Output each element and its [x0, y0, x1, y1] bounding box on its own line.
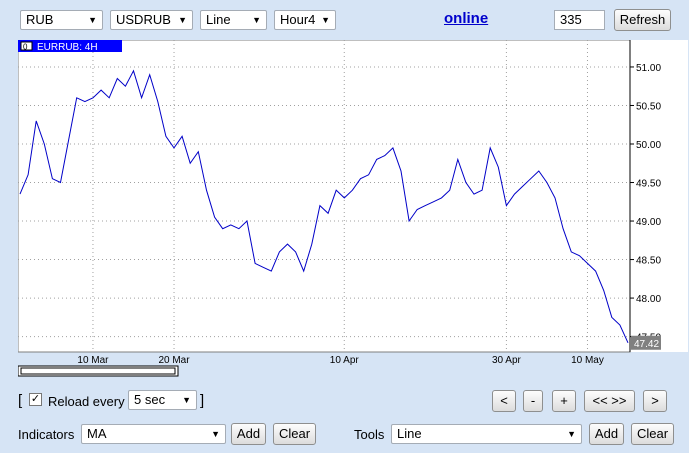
timeframe-select[interactable]: Hour4 ▼	[274, 10, 336, 30]
chevron-down-icon: ▼	[252, 15, 261, 25]
zoom-in-button[interactable]: +	[552, 390, 576, 412]
reload-bracket-open: [	[18, 392, 23, 409]
currency-select-value: RUB	[26, 12, 54, 27]
x-tick-label: 20 Mar	[158, 355, 190, 366]
add-tool-button[interactable]: Add	[589, 423, 624, 445]
chevron-down-icon: ▼	[211, 429, 220, 439]
chevron-down-icon: ▼	[88, 15, 97, 25]
current-price-label: 47.42	[634, 339, 659, 350]
chevron-down-icon: ▼	[567, 429, 576, 439]
y-tick-label: 49.50	[636, 179, 661, 190]
scroll-back-button[interactable]: <	[492, 390, 516, 412]
clear-tools-button[interactable]: Clear	[631, 423, 674, 445]
bars-count-input[interactable]: 335	[554, 10, 605, 30]
chart-type-select[interactable]: Line ▼	[200, 10, 267, 30]
scroll-forward-button[interactable]: >	[643, 390, 667, 412]
checkmark-icon: ✓	[30, 393, 41, 405]
tool-select-value: Line	[397, 426, 422, 441]
reload-label: Reload every	[48, 394, 125, 409]
chevron-down-icon: ▼	[178, 15, 187, 25]
timeframe-select-value: Hour4	[280, 12, 316, 27]
zoom-out-button[interactable]: -	[523, 390, 543, 412]
fit-all-button[interactable]: << >>	[584, 390, 635, 412]
indicator-select-value: MA	[87, 426, 107, 441]
x-tick-label: 10 Mar	[77, 355, 109, 366]
x-tick-label: 10 Apr	[330, 355, 360, 366]
legend-badge: 0	[23, 43, 28, 52]
reload-bracket-close: ]	[200, 392, 205, 409]
y-axis-panel	[630, 40, 688, 352]
reload-interval-value: 5 sec	[134, 392, 166, 407]
tool-select[interactable]: Line ▼	[391, 424, 582, 444]
x-tick-label: 30 Apr	[492, 355, 522, 366]
add-indicator-button[interactable]: Add	[231, 423, 266, 445]
reload-interval-select[interactable]: 5 sec ▼	[128, 390, 197, 410]
currency-select[interactable]: RUB ▼	[20, 10, 103, 30]
chart-legend: 0 EURRUB: 4H	[18, 40, 122, 53]
indicator-select[interactable]: MA ▼	[81, 424, 226, 444]
price-chart[interactable]: 51.0050.5050.0049.5049.0048.5048.0047.50…	[17, 39, 688, 380]
online-link[interactable]: online	[444, 10, 488, 27]
chart-scrollbar[interactable]	[17, 365, 179, 377]
symbol-select-value: USDRUB	[116, 12, 171, 27]
indicators-label: Indicators	[18, 427, 75, 442]
reload-checkbox[interactable]: ✓	[29, 393, 42, 406]
y-tick-label: 49.00	[636, 217, 661, 228]
y-tick-label: 48.00	[636, 294, 661, 305]
symbol-select[interactable]: USDRUB ▼	[110, 10, 193, 30]
chevron-down-icon: ▼	[321, 15, 330, 25]
y-tick-label: 48.50	[636, 256, 661, 267]
y-tick-label: 50.50	[636, 101, 661, 112]
x-ticks: 10 Mar 20 Mar 10 Apr 30 Apr 10 May	[77, 355, 603, 366]
legend-title: EURRUB: 4H	[37, 42, 98, 53]
chart-svg: 51.0050.5050.0049.5049.0048.5048.0047.50…	[17, 39, 688, 377]
chart-type-select-value: Line	[206, 12, 231, 27]
y-tick-label: 51.00	[636, 63, 661, 74]
chevron-down-icon: ▼	[182, 395, 191, 405]
tools-label: Tools	[354, 427, 385, 442]
clear-indicators-button[interactable]: Clear	[273, 423, 316, 445]
current-price-badge: 47.42	[631, 335, 661, 350]
refresh-button[interactable]: Refresh	[614, 9, 671, 31]
y-tick-label: 50.00	[636, 140, 661, 151]
x-tick-label: 10 May	[571, 355, 604, 366]
plot-background	[17, 39, 631, 353]
scrollbar-thumb[interactable]	[20, 367, 176, 375]
